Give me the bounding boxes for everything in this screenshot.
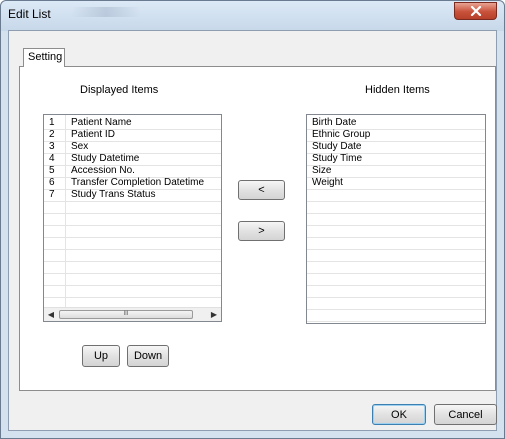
- scroll-left-arrow-icon[interactable]: ◀: [44, 308, 58, 321]
- row-number: 5: [49, 165, 55, 176]
- row-number: 6: [49, 177, 55, 188]
- hidden-items-list[interactable]: Birth Date Ethnic Group Study Date Study Ti…: [306, 114, 486, 324]
- up-button[interactable]: Up: [82, 345, 120, 367]
- row-item-name: Patient ID: [71, 129, 115, 140]
- horizontal-scrollbar[interactable]: ◀ III ▶: [44, 307, 221, 321]
- list-item-label: Birth Date: [312, 117, 357, 128]
- list-item[interactable]: [307, 309, 485, 322]
- list-item-label: Weight: [312, 177, 343, 188]
- row-number: 3: [49, 141, 55, 152]
- row-item-name: Study Trans Status: [71, 189, 156, 200]
- row-item-name: Study Datetime: [71, 153, 140, 164]
- list-item-label: Study Date: [312, 141, 362, 152]
- down-button[interactable]: Down: [127, 345, 169, 367]
- move-left-button[interactable]: <: [238, 180, 285, 200]
- row-number: 7: [49, 189, 55, 200]
- move-right-button[interactable]: >: [238, 221, 285, 241]
- list-item-label: Ethnic Group: [312, 129, 371, 140]
- displayed-items-list[interactable]: 1 Patient Name 2 Patient ID 3 Sex 4 Study Datet…: [43, 114, 222, 322]
- row-item-name: Sex: [71, 141, 89, 152]
- ok-button[interactable]: OK: [372, 404, 426, 425]
- scroll-right-arrow-icon[interactable]: ▶: [207, 308, 221, 321]
- list-item-label: Size: [312, 165, 332, 176]
- row-number: 1: [49, 117, 55, 128]
- row-item-name: Patient Name: [71, 117, 132, 128]
- scrollbar-thumb[interactable]: III: [59, 310, 193, 319]
- cancel-button[interactable]: Cancel: [434, 404, 497, 425]
- close-icon: [470, 6, 481, 16]
- hidden-items-heading: Hidden Items: [365, 84, 430, 96]
- title-bar-background-ghost: [71, 7, 141, 17]
- title-bar: Edit List: [1, 1, 504, 31]
- row-number: 2: [49, 129, 55, 140]
- close-button[interactable]: [454, 2, 497, 20]
- displayed-items-heading: Displayed Items: [80, 84, 159, 96]
- row-item-name: Accession No.: [71, 165, 135, 176]
- list-item-label: Study Time: [312, 153, 363, 164]
- window-title: Edit List: [8, 7, 51, 21]
- row-item-name: Transfer Completion Datetime: [71, 177, 205, 188]
- tab-setting[interactable]: Setting: [23, 48, 65, 67]
- row-number: 4: [49, 153, 55, 164]
